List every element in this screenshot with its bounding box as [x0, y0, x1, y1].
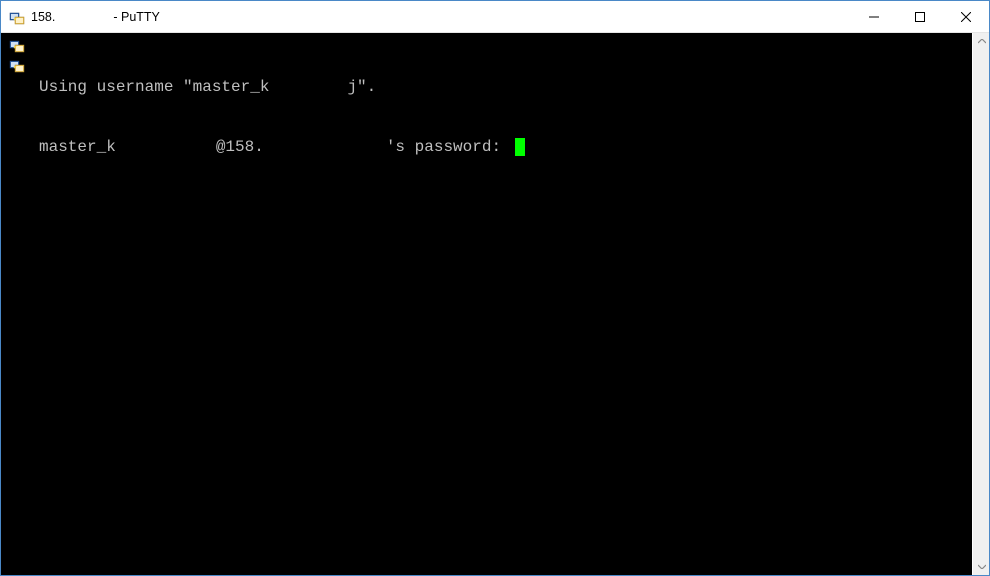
client-area: Using username "master_k j". master_k @1…: [1, 33, 989, 575]
minimize-button[interactable]: [851, 1, 897, 33]
terminal-text: @158.: [216, 137, 264, 157]
putty-icon: [9, 9, 25, 25]
terminal-text: master_k: [39, 137, 116, 157]
window-title: 158. - PuTTY: [31, 10, 160, 24]
terminal-line: Using username "master_k j".: [39, 77, 972, 97]
terminal-text: Using username "master_k: [39, 77, 269, 97]
title-prefix: 158.: [31, 10, 55, 24]
title-suffix: - PuTTY: [113, 10, 160, 24]
maximize-button[interactable]: [897, 1, 943, 33]
chevron-up-icon[interactable]: [973, 33, 990, 50]
left-gutter: [1, 33, 33, 575]
terminal[interactable]: Using username "master_k j". master_k @1…: [33, 33, 972, 575]
putty-icon: [9, 37, 25, 53]
terminal-text: 's password:: [386, 137, 511, 157]
redacted-text: [264, 140, 386, 155]
maximize-icon: [915, 12, 925, 22]
close-icon: [961, 12, 971, 22]
vertical-scrollbar[interactable]: [972, 33, 989, 575]
close-button[interactable]: [943, 1, 989, 33]
terminal-cursor: [515, 138, 525, 156]
minimize-icon: [869, 12, 879, 22]
terminal-text: j".: [347, 77, 376, 97]
title-redacted: [55, 10, 113, 24]
redacted-text: [269, 80, 347, 95]
titlebar: 158. - PuTTY: [1, 1, 989, 33]
chevron-down-icon[interactable]: [973, 558, 990, 575]
redacted-text: [116, 140, 216, 155]
putty-icon: [9, 57, 25, 73]
terminal-line: master_k @158. 's password:: [39, 137, 972, 157]
